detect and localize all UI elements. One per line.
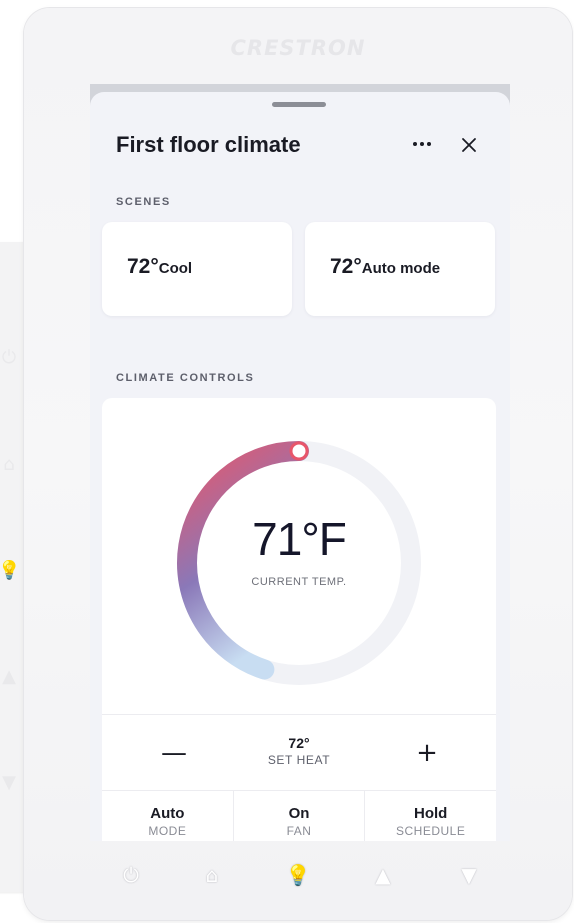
stage: ⏻ ⌂ 💡 ▲ ▼ CRESTRON First floor climate S… [0, 0, 574, 923]
scenes-label: SCENES [116, 196, 171, 208]
scene-temp: 72°Auto mode [330, 255, 440, 279]
arrow-down-icon[interactable]: ▼ [454, 860, 484, 890]
home-icon[interactable]: ⌂ [197, 860, 227, 890]
fan-value: On [288, 805, 310, 822]
arrow-up-icon: ▲ [2, 666, 16, 687]
scene-mode: Auto mode [361, 260, 441, 277]
power-icon[interactable]: ⏻ [116, 860, 146, 890]
power-icon: ⏻ [1, 347, 17, 368]
arrow-up-icon[interactable]: ▲ [368, 860, 398, 890]
more-horizontal-icon[interactable] [410, 132, 434, 156]
page-title: First floor climate [116, 132, 301, 157]
schedule-button[interactable]: Hold SCHEDULE [364, 791, 496, 841]
scene-mode: Cool [158, 260, 193, 277]
schedule-label: SCHEDULE [396, 824, 466, 838]
fan-button[interactable]: On FAN [232, 791, 365, 841]
setpoint-row: — 72° SET HEAT + [102, 714, 496, 791]
dial-knob[interactable] [289, 441, 309, 461]
drag-handle[interactable] [272, 102, 326, 107]
climate-controls-label: CLIMATE CONTROLS [116, 372, 255, 384]
schedule-value: Hold [414, 805, 448, 822]
scene-temp-value: 72° [330, 255, 362, 278]
scene-card-cool[interactable]: 72°Cool [102, 222, 292, 316]
close-icon[interactable] [456, 132, 482, 158]
lightbulb-icon: 💡 [0, 560, 21, 581]
mode-label: MODE [148, 824, 187, 838]
touch-panel-device: CRESTRON First floor climate SCENES 72°C… [24, 8, 572, 920]
current-temperature-label: CURRENT TEMP. [251, 576, 347, 588]
current-temperature: 71°F [252, 513, 347, 565]
arrow-down-icon: ▼ [2, 772, 16, 793]
scene-temp: 72°Cool [127, 255, 192, 279]
climate-control-card: 71°F CURRENT TEMP. — 72° SET HEAT + Auto… [102, 398, 496, 841]
mode-value: Auto [150, 805, 185, 822]
lightbulb-icon[interactable]: 💡 [283, 860, 313, 890]
screen: First floor climate SCENES 72°Cool 72°Au… [90, 84, 510, 841]
climate-sheet: First floor climate SCENES 72°Cool 72°Au… [90, 92, 510, 841]
plus-icon[interactable]: + [409, 735, 445, 771]
scene-temp-value: 72° [127, 255, 159, 278]
scene-card-auto-mode[interactable]: 72°Auto mode [305, 222, 495, 316]
fan-label: FAN [286, 824, 312, 838]
mode-row: Auto MODE On FAN Hold SCHEDULE [102, 790, 496, 841]
brand-logo: CRESTRON [230, 36, 366, 60]
mode-button[interactable]: Auto MODE [102, 791, 233, 841]
home-icon: ⌂ [3, 454, 15, 475]
